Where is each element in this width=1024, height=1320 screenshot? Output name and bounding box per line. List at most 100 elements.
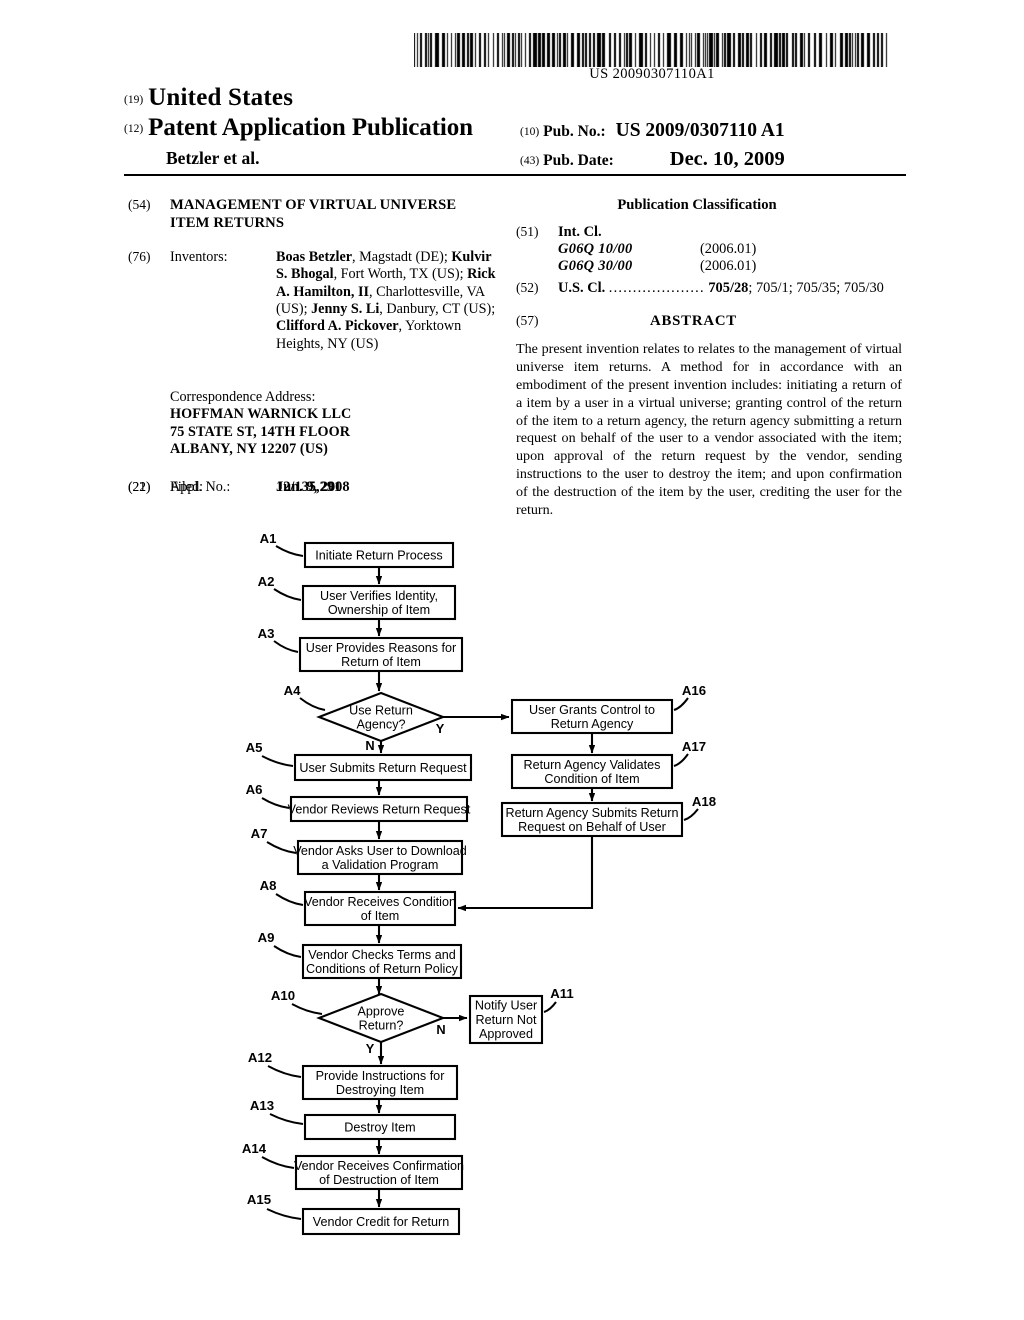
correspondence-line-3: ALBANY, NY 12207 (US) [170, 441, 328, 458]
flowchart-node-label: Initiate Return Process [315, 548, 442, 562]
flowchart-node-label: Agency? [356, 718, 405, 732]
flowchart-leader-line [683, 808, 699, 821]
flowchart-node-label: Vendor Checks Terms and [308, 948, 455, 962]
ipc-code-2: G06Q 30/00 [558, 258, 633, 274]
code-76: (76) [128, 248, 151, 264]
flowchart-ref-a12: A12 [248, 1050, 272, 1065]
bibliographic-left-column: (54) MANAGEMENT OF VIRTUAL UNIVERSE ITEM… [128, 197, 496, 495]
flowchart-node-a18: Return Agency Submits ReturnRequest on B… [500, 801, 684, 838]
flowchart-ref-a10: A10 [271, 988, 295, 1003]
flowchart-node-a5: User Submits Return Request [293, 753, 473, 782]
flowchart-node-a16: User Grants Control toReturn Agency [510, 698, 674, 735]
pub-date-label: Pub. Date: [543, 152, 614, 169]
flowchart-leader-line [261, 797, 290, 809]
flowchart-node-label: Ownership of Item [328, 603, 430, 617]
flowchart-branch-a4-no: N [365, 738, 374, 753]
flowchart-node-a9: Vendor Checks Terms andConditions of Ret… [301, 943, 463, 980]
header-divider [124, 174, 906, 176]
flowchart-figure: Initiate Return Process User Verifies Ide… [0, 520, 1024, 1260]
flowchart-leader-line [299, 697, 326, 711]
flowchart-node-a10: ApproveReturn? [316, 992, 446, 1044]
flowchart-connector [457, 836, 594, 912]
flowchart-svg: Initiate Return Process User Verifies Ide… [242, 531, 716, 1236]
flowchart-node-a8: Vendor Receives Conditionof Item [303, 890, 457, 927]
flowchart-node-label: Destroy Item [344, 1120, 415, 1134]
inventors-label: Inventors: [170, 248, 228, 265]
flowchart-leader-line [673, 753, 689, 767]
flowchart-node-label: of Destruction of Item [319, 1173, 439, 1187]
flowchart-ref-a8: A8 [260, 878, 277, 893]
flowchart-node-a6: Vendor Reviews Return Request [288, 795, 471, 823]
flowchart-ref-a5: A5 [246, 740, 263, 755]
flowchart-node-label: Return Agency Submits Return [506, 806, 679, 820]
title-field: (54) MANAGEMENT OF VIRTUAL UNIVERSE ITEM… [128, 197, 496, 233]
flowchart-node-a12: Provide Instructions forDestroying Item [301, 1064, 459, 1101]
pub-date-line: (43) Pub. Date: Dec. 10, 2009 [520, 148, 785, 171]
flowchart-ref-a9: A9 [258, 930, 275, 945]
flowchart-node-label: Provide Instructions for [316, 1069, 445, 1083]
flowchart-node-label: Return Agency Validates [524, 758, 661, 772]
abstract-text: The present invention relates to relates… [516, 341, 902, 519]
flowchart-ref-a18: A18 [692, 794, 716, 809]
flowchart-node-a13: Destroy Item [303, 1113, 457, 1141]
flowchart-leader-line [275, 545, 304, 557]
flowchart-leader-line [673, 697, 689, 711]
code-12: (12) [124, 123, 144, 135]
flowchart-leader-line [261, 1156, 295, 1169]
flowchart-node-a11: Notify UserReturn NotApproved [468, 994, 544, 1045]
pub-no-label: Pub. No.: [543, 123, 606, 140]
flowchart-node-label: Approve [358, 1004, 405, 1018]
code-52: (52) [516, 280, 539, 295]
flowchart-node-label: a Validation Program [322, 858, 439, 872]
flowchart-node-label: Return of Item [341, 655, 421, 669]
pub-no-value: US 2009/0307110 A1 [615, 120, 785, 141]
flowchart-node-label: Vendor Asks User to Download [293, 844, 467, 858]
flowchart-node-label: Vendor Receives Confirmation [294, 1159, 464, 1173]
flowchart-leader-line [275, 893, 304, 906]
us-cl-label: U.S. Cl. [558, 280, 606, 296]
flowchart-ref-a13: A13 [250, 1098, 274, 1113]
flowchart-node-label: Vendor Reviews Return Request [288, 802, 471, 816]
correspondence-line-1: HOFFMAN WARNICK LLC [170, 406, 352, 423]
applicant-name: Betzler et al. [166, 148, 260, 168]
barcode [414, 33, 890, 67]
flowchart-node-label: Vendor Receives Condition [304, 895, 456, 909]
flowchart-leader-line [543, 1001, 557, 1013]
flowchart-node-label: Notify User [475, 999, 537, 1013]
flowchart-leader-line [261, 755, 294, 767]
int-cl-body: Int. Cl. G06Q 10/00 (2006.01) G06Q 30/00… [558, 224, 908, 275]
flowchart-node-label: Request on Behalf of User [518, 820, 666, 834]
flowchart-leader-line [273, 945, 302, 958]
country-line: (19) United States [124, 84, 293, 112]
invention-title: MANAGEMENT OF VIRTUAL UNIVERSE ITEM RETU… [170, 197, 457, 231]
inventors-field: (76) Inventors: Boas Betzler, Magstadt (… [128, 249, 496, 387]
flowchart-node-label: Return? [359, 1019, 404, 1033]
code-10: (10) [520, 126, 540, 138]
barcode-number-text: US 20090307110A1 [589, 66, 715, 82]
abstract-heading: ABSTRACT [650, 313, 737, 329]
filed-value: Jun. 9, 2008 [276, 479, 350, 496]
flowchart-node-label: User Provides Reasons for [306, 641, 457, 655]
flowchart-ref-a17: A17 [682, 739, 706, 754]
us-cl-body: U.S. Cl. .................... 705/28; 70… [558, 280, 908, 297]
us-cl-dots: .................... [608, 280, 705, 296]
flowchart-branch-a10-no: N [436, 1022, 445, 1037]
filed-label: Filed: [170, 479, 204, 496]
us-cl-primary: 705/28 [708, 280, 749, 296]
flowchart-node-a3: User Provides Reasons forReturn of Item [298, 636, 464, 673]
flowchart-node-label: Use Return [349, 703, 413, 717]
code-43: (43) [520, 155, 540, 167]
flowchart-ref-a6: A6 [246, 782, 263, 797]
int-cl-field: (51) Int. Cl. G06Q 10/00 (2006.01) G06Q … [516, 224, 908, 275]
flowchart-leader-line [266, 1208, 302, 1220]
code-57: (57) [516, 313, 539, 328]
flowchart-node-a7: Vendor Asks User to Downloada Validation… [293, 839, 467, 876]
ipc-code-1: G06Q 10/00 [558, 241, 633, 257]
flowchart-node-label: Return Not [476, 1013, 537, 1027]
bibliographic-right-column: Publication Classification (51) Int. Cl.… [516, 197, 908, 520]
abstract-heading-row: (57) ABSTRACT [516, 313, 908, 335]
flowchart-branch-a10-yes: Y [366, 1041, 375, 1056]
flowchart-nodes: Initiate Return Process User Verifies Ide… [288, 541, 684, 1236]
flowchart-node-label: User Verifies Identity, [320, 589, 438, 603]
flowchart-ref-a1: A1 [260, 531, 277, 546]
